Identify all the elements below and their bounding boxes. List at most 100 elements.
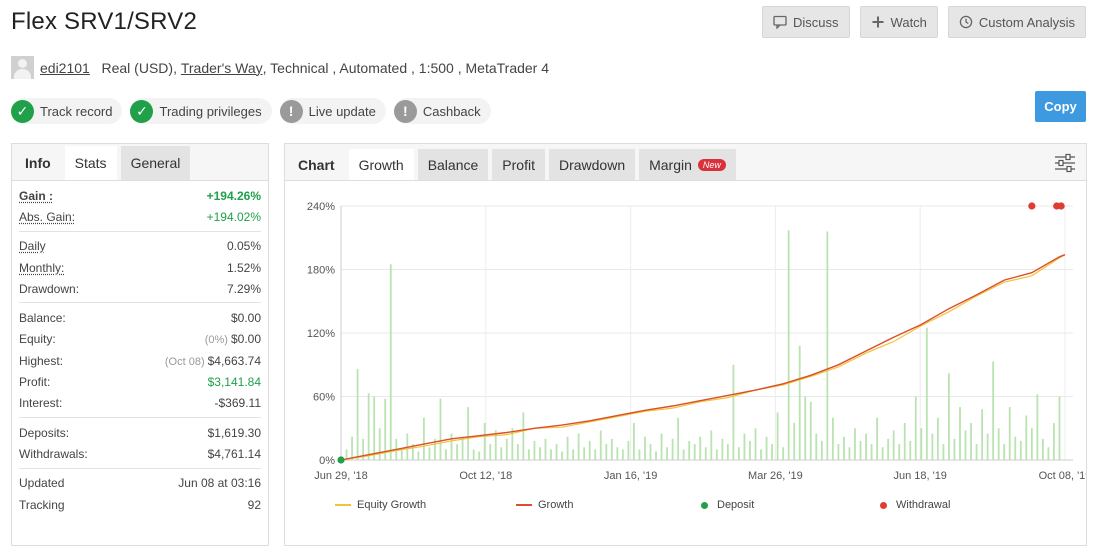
profit-bar — [892, 430, 895, 460]
tab-general[interactable]: General — [120, 146, 191, 180]
username-link[interactable]: edi2101 — [40, 60, 90, 76]
profit-bar — [588, 440, 591, 460]
profit-bar — [472, 449, 475, 460]
profit-bar — [505, 438, 508, 460]
profit-bar — [555, 444, 558, 460]
profit-bar — [428, 447, 431, 460]
profit-bar — [550, 449, 552, 460]
badge-trading-privileges[interactable]: ✓ Trading privileges — [130, 98, 272, 124]
stats-panel: Info Stats General Gain : +194.26% Abs. G… — [11, 143, 269, 546]
copy-button[interactable]: Copy — [1035, 91, 1086, 122]
profit-bar — [561, 451, 563, 460]
legend-growth[interactable]: Growth — [516, 499, 573, 511]
profit-bar — [931, 433, 934, 460]
profit-bar — [975, 444, 978, 460]
check-icon: ✓ — [130, 99, 154, 123]
legend-equity-growth[interactable]: Equity Growth — [335, 499, 426, 511]
tab-margin[interactable]: Margin New — [639, 149, 736, 180]
stats-tabs: Info Stats General — [12, 144, 268, 181]
account-type: Real (USD), — [101, 59, 177, 76]
broker-link[interactable]: Trader's Way — [181, 60, 263, 76]
profit-bar — [693, 444, 696, 460]
profit-bar — [948, 373, 950, 460]
profit-bar — [848, 447, 851, 460]
profit-bar — [942, 444, 945, 460]
profit-bar — [1008, 407, 1011, 460]
custom-analysis-button[interactable]: Custom Analysis — [947, 6, 1086, 38]
profit-bar — [439, 398, 442, 460]
profit-bar — [594, 449, 597, 460]
profit-bar — [445, 449, 447, 460]
profit-bar — [633, 422, 635, 460]
legend-deposit[interactable]: Deposit — [701, 499, 754, 511]
profit-bar — [583, 447, 586, 460]
profit-bar — [1003, 444, 1006, 460]
deposit-point — [337, 456, 345, 464]
badge-live-update[interactable]: ! Live update — [279, 98, 386, 124]
profit-bar — [732, 364, 735, 460]
tab-chart[interactable]: Chart — [288, 149, 345, 180]
profit-bar — [898, 444, 901, 460]
profit-bar — [726, 444, 729, 460]
profit-bar — [621, 449, 624, 460]
profit-bar — [666, 447, 668, 460]
profit-bar — [760, 449, 762, 460]
profit-bar — [566, 436, 569, 460]
exclamation-icon: ! — [393, 99, 417, 123]
chart-legend: Equity Growth Growth Deposit Withdrawal — [335, 499, 1035, 515]
stat-drawdown: Drawdown: 7.29% — [19, 281, 261, 296]
profit-bar — [483, 422, 486, 460]
verification-badges: ✓ Track record ✓ Trading privileges ! Li… — [11, 98, 491, 124]
profit-bar — [356, 368, 359, 460]
profit-bar — [655, 451, 657, 460]
profit-bar — [776, 412, 779, 460]
profit-bar — [798, 345, 801, 460]
watch-button[interactable]: Watch — [859, 6, 938, 38]
profit-bar — [870, 444, 873, 460]
profit-bar — [859, 440, 862, 460]
legend-withdrawal[interactable]: Withdrawal — [880, 499, 950, 511]
profit-bar — [793, 422, 796, 460]
profit-bar — [649, 444, 652, 460]
stat-highest: Highest: (Oct 08) $4,663.74 — [19, 353, 261, 368]
profit-bar — [417, 451, 420, 460]
profit-bar — [749, 440, 751, 460]
tab-profit[interactable]: Profit — [492, 149, 545, 180]
profit-bar — [572, 449, 575, 460]
exclamation-icon: ! — [279, 99, 303, 123]
growth-chart: 0% 60% 120% 180% 240% Jun 29, '18 Oct 12, '18 J… — [307, 201, 1086, 482]
profit-bar — [986, 433, 989, 460]
tab-growth[interactable]: Growth — [348, 149, 414, 180]
profit-bar — [544, 438, 547, 460]
page-title: Flex SRV1/SRV2 — [11, 8, 197, 35]
profit-bar — [682, 449, 685, 460]
y-tick-label: 60% — [313, 392, 335, 404]
tab-info[interactable]: Info — [15, 146, 61, 180]
x-tick-label: Jun 18, '19 — [893, 470, 946, 482]
x-tick-label: Jun 29, '18 — [314, 470, 367, 482]
profit-bar — [450, 433, 453, 460]
discuss-button[interactable]: Discuss — [762, 6, 850, 38]
profit-bar — [925, 327, 928, 460]
stat-updated: Updated Jun 08 at 03:16 — [19, 476, 261, 491]
profit-bar — [1030, 428, 1033, 460]
profit-bar — [1019, 440, 1022, 460]
sliders-icon[interactable] — [1054, 153, 1076, 173]
stat-withdrawals: Withdrawals: $4,761.14 — [19, 446, 261, 461]
tab-balance[interactable]: Balance — [417, 149, 489, 180]
profit-bar — [1047, 447, 1050, 460]
profit-bar — [782, 447, 785, 460]
badge-cashback[interactable]: ! Cashback — [393, 98, 491, 124]
profit-bar — [704, 447, 707, 460]
badge-track-record[interactable]: ✓ Track record — [11, 98, 123, 124]
profit-bar — [688, 440, 691, 460]
profit-bar — [522, 412, 525, 460]
profit-bar — [456, 444, 458, 460]
profit-bar — [743, 433, 746, 460]
profit-bar — [787, 230, 790, 460]
tab-drawdown[interactable]: Drawdown — [548, 149, 636, 180]
check-icon: ✓ — [11, 99, 34, 123]
profit-bar — [677, 417, 680, 460]
avatar — [11, 56, 34, 79]
tab-stats[interactable]: Stats — [64, 146, 117, 180]
